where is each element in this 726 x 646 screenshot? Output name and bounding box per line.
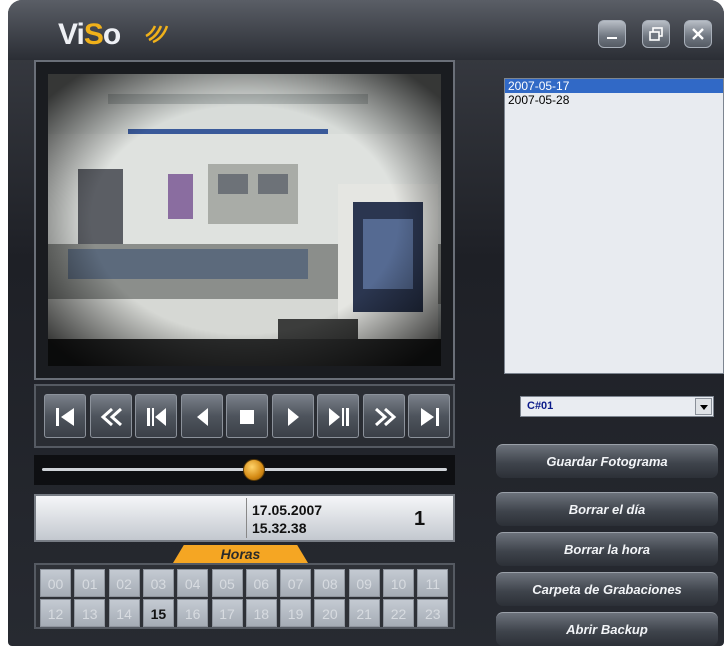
hour-cell[interactable]: 08 [314, 569, 346, 597]
fast-forward-button[interactable] [362, 394, 405, 438]
recordings-folder-button[interactable]: Carpeta de Grabaciones [496, 572, 718, 606]
step-back-icon [147, 408, 166, 426]
hour-cell[interactable]: 10 [383, 569, 414, 597]
date-list-item[interactable]: 2007-05-17 [505, 79, 723, 93]
stop-icon [240, 410, 254, 424]
save-frame-button[interactable]: Guardar Fotograma [496, 444, 718, 478]
restore-button[interactable] [642, 20, 670, 48]
camera-select-value: C#01 [527, 400, 554, 412]
go-first-button[interactable] [44, 394, 86, 438]
recording-date: 17.05.2007 [252, 502, 323, 518]
hour-cell[interactable]: 22 [383, 599, 414, 627]
step-forward-icon [329, 408, 349, 426]
camera-number: 1 [414, 508, 426, 530]
minimize-icon [607, 37, 617, 39]
viso-player-window: ViSo 2007-05-17 2007-05-28 17.05.2007 15… [8, 0, 724, 646]
hour-cell[interactable]: 15 [142, 599, 174, 627]
play-icon [287, 408, 299, 426]
hour-cell[interactable]: 23 [417, 599, 449, 627]
close-icon [692, 28, 704, 40]
hour-grid: 00 01 02 03 04 05 06 07 08 09 10 11 12 13 14 15 16 17 18 19… [34, 563, 455, 629]
open-backup-button[interactable]: Abrir Backup [496, 612, 718, 646]
hour-cell[interactable]: 14 [108, 599, 140, 627]
rewind-icon [100, 407, 122, 427]
hour-cell[interactable]: 12 [40, 599, 71, 627]
go-last-button[interactable] [408, 394, 450, 438]
chevron-down-icon[interactable] [695, 398, 712, 415]
hour-cell[interactable]: 18 [245, 599, 277, 627]
hour-cell[interactable]: 03 [142, 569, 174, 597]
step-back-button[interactable] [135, 394, 177, 438]
hours-tab: Horas [173, 545, 308, 563]
camera-video-feed [48, 74, 441, 366]
fast-forward-icon [374, 407, 396, 427]
hour-cell[interactable]: 06 [245, 569, 277, 597]
play-reverse-button[interactable] [180, 394, 223, 438]
delete-hour-button[interactable]: Borrar la hora [496, 532, 718, 566]
play-button[interactable] [271, 394, 314, 438]
video-frame [34, 60, 455, 380]
hour-cell[interactable]: 17 [211, 599, 243, 627]
delete-day-button[interactable]: Borrar el día [496, 492, 718, 526]
recording-dates-list[interactable]: 2007-05-17 2007-05-28 [504, 78, 724, 374]
hour-cell[interactable]: 21 [348, 599, 380, 627]
go-last-icon [421, 408, 439, 426]
hour-cell[interactable]: 07 [280, 569, 312, 597]
hour-cell[interactable]: 09 [348, 569, 380, 597]
hour-cell[interactable]: 01 [74, 569, 106, 597]
info-divider [246, 498, 247, 538]
playback-controls [34, 384, 455, 448]
hour-cell[interactable]: 04 [177, 569, 209, 597]
step-forward-button[interactable] [317, 394, 359, 438]
play-reverse-icon [196, 408, 208, 426]
recording-info-panel: 17.05.2007 15.32.38 1 [34, 494, 455, 542]
hour-cell[interactable]: 11 [417, 569, 449, 597]
signal-waves-icon [145, 25, 169, 44]
hour-cell[interactable]: 19 [280, 599, 312, 627]
hour-cell[interactable]: 02 [108, 569, 140, 597]
camera-select[interactable]: C#01 [520, 396, 714, 417]
hour-cell[interactable]: 05 [211, 569, 243, 597]
close-button[interactable] [684, 20, 712, 48]
go-first-icon [56, 408, 74, 426]
restore-icon [649, 27, 663, 41]
playback-slider[interactable] [34, 455, 455, 485]
stop-button[interactable] [226, 394, 268, 438]
hour-cell[interactable]: 16 [177, 599, 209, 627]
hour-cell[interactable]: 20 [314, 599, 346, 627]
hour-cell[interactable]: 00 [40, 569, 71, 597]
date-list-item[interactable]: 2007-05-28 [505, 93, 723, 107]
slider-knob[interactable] [242, 459, 265, 481]
recording-time: 15.32.38 [252, 520, 307, 536]
hour-cell[interactable]: 13 [74, 599, 106, 627]
viso-logo: ViSo [58, 18, 121, 51]
rewind-button[interactable] [89, 394, 132, 438]
minimize-button[interactable] [598, 20, 626, 48]
